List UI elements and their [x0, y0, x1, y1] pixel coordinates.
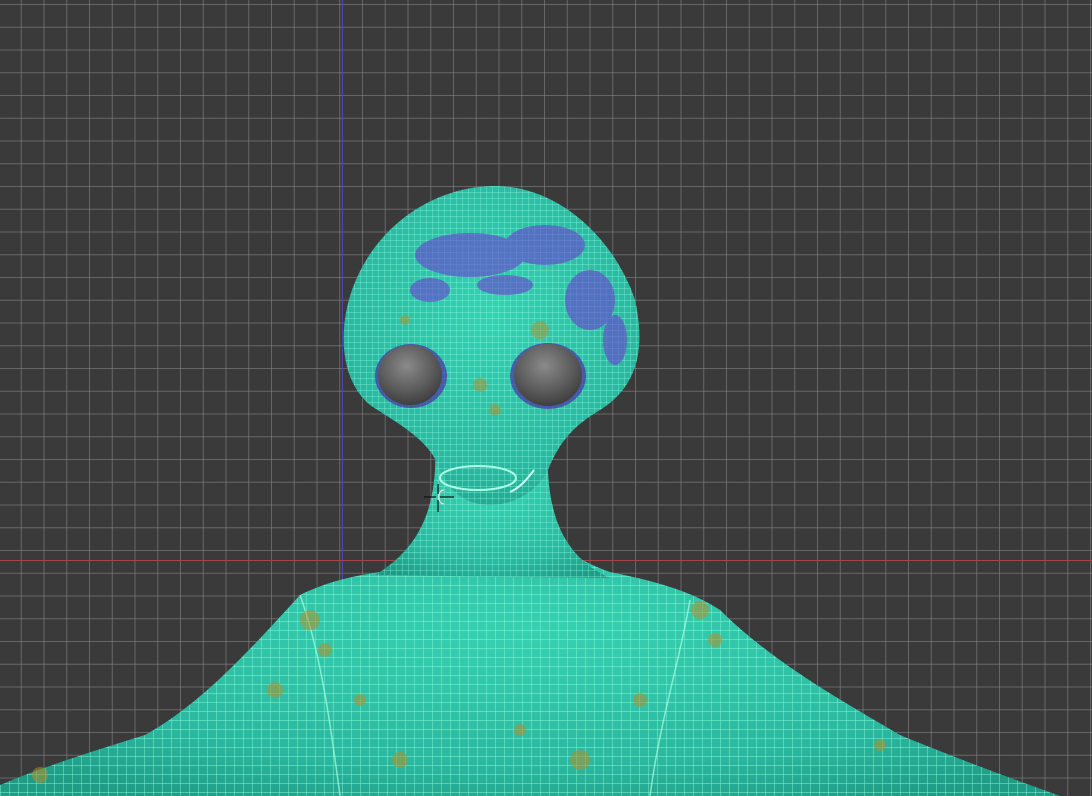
3d-viewport[interactable] — [0, 0, 1092, 796]
alien-head — [343, 186, 640, 505]
crosshair-cursor-icon — [424, 484, 454, 512]
alien-model-mesh[interactable] — [0, 0, 1092, 796]
alien-right-eye — [510, 343, 586, 409]
alien-left-eye — [375, 344, 447, 408]
